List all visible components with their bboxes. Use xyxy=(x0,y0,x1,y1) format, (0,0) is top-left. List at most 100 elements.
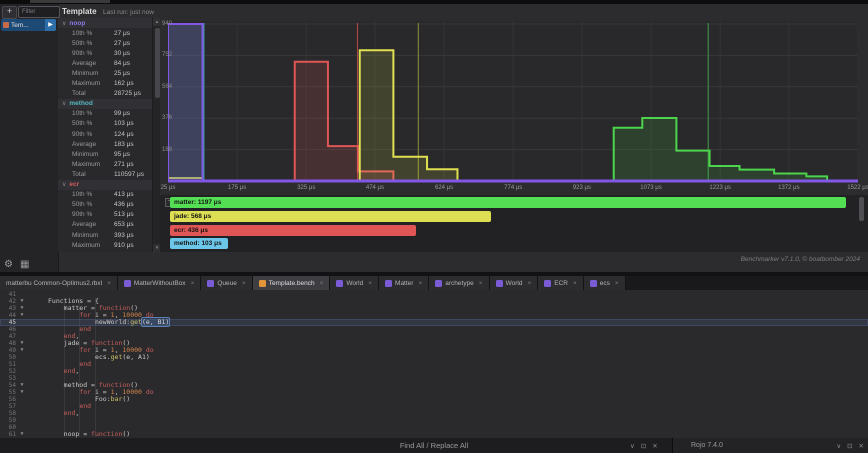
code-line-52[interactable]: 52 end, xyxy=(0,368,868,375)
result-bar-ecr[interactable]: ecr: 436 μs xyxy=(170,225,416,236)
code-line-58[interactable]: 58 end, xyxy=(0,410,868,417)
stat-label: Minimum xyxy=(62,151,114,158)
chevron-down-icon[interactable]: ∨ xyxy=(630,442,635,450)
fold-arrow-icon[interactable]: ▼ xyxy=(16,431,28,438)
code-editor[interactable]: 4142▼Functions = {43▼ matter = function(… xyxy=(0,290,868,438)
line-number: 50 xyxy=(0,354,16,361)
result-bar-method[interactable]: method: 103 μs xyxy=(170,238,228,249)
result-bar-jade[interactable]: jade: 568 μs xyxy=(170,211,491,222)
close-icon[interactable]: × xyxy=(320,280,324,287)
close-icon[interactable]: × xyxy=(527,280,531,287)
code-text: noop = function() xyxy=(48,431,130,438)
popout-icon[interactable]: ⊡ xyxy=(641,442,646,450)
tab-matterwithoutbox[interactable]: MatterWithoutBox× xyxy=(118,276,201,290)
code-line-57[interactable]: 57 end xyxy=(0,403,868,410)
code-line-41[interactable]: 41 xyxy=(0,291,868,298)
close-icon[interactable]: × xyxy=(615,280,619,287)
run-benchmark-button[interactable]: ▶ xyxy=(45,19,56,31)
stat-group-name: noop xyxy=(69,20,85,27)
close-icon[interactable]: × xyxy=(573,280,577,287)
close-icon[interactable]: ✕ xyxy=(652,442,657,450)
close-icon[interactable]: × xyxy=(242,280,246,287)
tab-queue[interactable]: Queue× xyxy=(201,276,252,290)
fold-arrow-icon[interactable]: ▼ xyxy=(16,382,28,389)
stat-label: Average xyxy=(62,60,114,67)
close-icon[interactable]: × xyxy=(418,280,422,287)
close-icon[interactable]: × xyxy=(479,280,483,287)
bars-scrollbar-thumb[interactable] xyxy=(859,197,864,221)
fold-arrow-icon[interactable]: ▼ xyxy=(16,389,28,396)
fold-arrow-icon[interactable]: ▼ xyxy=(16,305,28,312)
chart-panel: 25 μs175 μs325 μs474 μs624 μs774 μs923 μ… xyxy=(160,18,868,252)
histogram-noop xyxy=(168,24,203,181)
close-icon[interactable]: ✕ xyxy=(859,442,864,450)
script-icon xyxy=(385,280,392,287)
line-number: 43 xyxy=(0,305,16,312)
line-number: 55 xyxy=(0,389,16,396)
popout-icon[interactable]: ⊡ xyxy=(847,442,852,450)
sidebar-item-label: Tem... xyxy=(11,22,45,29)
chevron-down-icon[interactable]: ∨ xyxy=(836,442,841,450)
line-number: 53 xyxy=(0,375,16,382)
tab-world[interactable]: World× xyxy=(330,276,379,290)
fold-arrow-icon[interactable]: ▼ xyxy=(16,312,28,319)
code-line-59[interactable]: 59 xyxy=(0,417,868,424)
script-icon xyxy=(336,280,343,287)
close-icon[interactable]: × xyxy=(368,280,372,287)
script-icon xyxy=(259,280,266,287)
tab-ecr[interactable]: ECR × xyxy=(538,276,584,290)
code-token xyxy=(48,367,64,375)
code-token: , xyxy=(75,409,79,417)
stat-value: 30 μs xyxy=(114,50,130,57)
fold-arrow-icon[interactable]: ▼ xyxy=(16,347,28,354)
script-tab-bar: matterbu Common-Optimus2.rbxl×MatterWith… xyxy=(0,276,868,290)
fold-arrow-icon[interactable]: ▼ xyxy=(16,340,28,347)
stat-row: Average84 μs xyxy=(58,58,152,68)
code-line-60[interactable]: 60 xyxy=(0,424,868,431)
line-number: 58 xyxy=(0,410,16,417)
code-line-45[interactable]: 45 newWorld:get(e, B1) xyxy=(0,319,868,326)
stat-group-header-method[interactable]: ∨method xyxy=(58,99,152,109)
y-tick-label: 752 xyxy=(162,52,172,58)
filter-input[interactable]: Filter xyxy=(18,6,60,18)
stat-group-header-noop[interactable]: ∨noop xyxy=(58,18,152,28)
code-line-46[interactable]: 46 end xyxy=(0,326,868,333)
sidebar-item-template[interactable]: Tem... ▶ xyxy=(1,19,56,31)
tab-matter[interactable]: Matter× xyxy=(379,276,429,290)
tab-ecs[interactable]: ecs × xyxy=(584,276,626,290)
code-token: bar xyxy=(111,395,123,403)
code-line-51[interactable]: 51 end xyxy=(0,361,868,368)
code-token: end xyxy=(79,402,91,410)
stats-panel: ∨noop10th %27 μs50th %27 μs90th %30 μsAv… xyxy=(58,18,152,252)
code-line-56[interactable]: 56 Foo:bar() xyxy=(0,396,868,403)
tab-label: ecs xyxy=(600,280,610,287)
code-token: get xyxy=(130,318,142,326)
close-icon[interactable]: × xyxy=(107,280,111,287)
tab-matterbu-common-optimus2-rbxl[interactable]: matterbu Common-Optimus2.rbxl× xyxy=(0,276,118,290)
stat-group-name: ecr xyxy=(69,181,79,188)
code-line-47[interactable]: 47 end, xyxy=(0,333,868,340)
report-icon[interactable]: ▦ xyxy=(20,259,29,270)
script-icon xyxy=(496,280,503,287)
y-tick-label: 188 xyxy=(162,147,172,153)
stat-group-header-ecr[interactable]: ∨ecr xyxy=(58,180,152,190)
close-icon[interactable]: × xyxy=(191,280,195,287)
settings-gear-icon[interactable]: ⚙ xyxy=(4,259,13,270)
scrollbar-thumb[interactable] xyxy=(155,28,160,98)
tab-template-bench[interactable]: Template.bench× xyxy=(253,276,331,290)
code-line-50[interactable]: 50 ecs.get(e, A1) xyxy=(0,354,868,361)
code-line-61[interactable]: 61▼ noop = function() xyxy=(0,431,868,438)
tab-world[interactable]: World× xyxy=(490,276,539,290)
find-replace-label[interactable]: Find All / Replace All xyxy=(400,441,468,450)
stat-value: 103 μs xyxy=(114,120,134,127)
add-benchmark-button[interactable]: + xyxy=(2,6,17,19)
stat-label: 10th % xyxy=(62,30,114,37)
fold-arrow-icon[interactable]: ▼ xyxy=(16,298,28,305)
stat-value: 271 μs xyxy=(114,161,134,168)
benchmark-sidebar: + Filter Tem... ▶ ⚙ ▦ xyxy=(0,4,59,272)
stat-value: 393 μs xyxy=(114,232,134,239)
tab-label: ECR xyxy=(554,280,568,287)
tab-archetype[interactable]: archetype× xyxy=(429,276,489,290)
rojo-panel: Rojo 7.4.0 ∨ ⊡ ✕ xyxy=(672,438,868,453)
result-bar-matter[interactable]: matter: 1197 μs xyxy=(170,197,846,208)
